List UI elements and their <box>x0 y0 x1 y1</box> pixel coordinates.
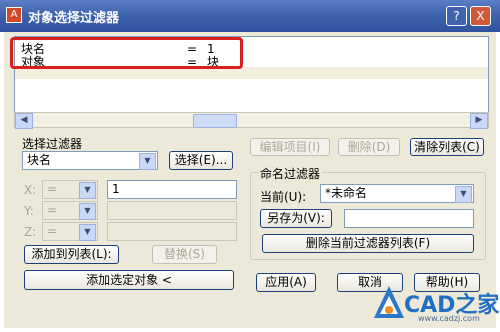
x-label: X: <box>24 183 37 197</box>
scroll-thumb[interactable] <box>193 114 237 128</box>
save-as-button[interactable]: 另存为(V): <box>260 209 332 228</box>
annotation-highlight-box <box>10 37 243 69</box>
x-operator-value: = <box>47 182 58 196</box>
scroll-right-icon[interactable]: ▶ <box>470 113 488 129</box>
scroll-left-icon[interactable]: ◀ <box>15 113 33 129</box>
edit-item-button[interactable]: 编辑项目(I) <box>250 138 330 156</box>
save-as-name-input[interactable] <box>344 209 474 228</box>
clear-list-button[interactable]: 清除列表(C) <box>410 138 484 156</box>
named-filters-group-label: 命名过滤器 <box>258 165 323 182</box>
y-operator-value: = <box>47 203 58 217</box>
add-to-list-button[interactable]: 添加到列表(L): <box>24 245 119 264</box>
chevron-down-icon[interactable]: ▼ <box>455 186 472 203</box>
chevron-down-icon[interactable]: ▼ <box>139 153 156 170</box>
z-operator-combo[interactable]: = ▼ <box>42 222 98 241</box>
filter-type-combo[interactable]: 块名 ▼ <box>22 151 158 170</box>
cad-logo-icon <box>374 286 404 318</box>
current-label: 当前(U): <box>260 190 307 204</box>
window-title: 对象选择过滤器 <box>28 11 120 26</box>
select-filter-group-label: 选择过滤器 <box>22 137 83 151</box>
chevron-down-icon[interactable]: ▼ <box>79 182 96 199</box>
y-label: Y: <box>24 204 34 218</box>
delete-current-filter-list-button[interactable]: 删除当前过滤器列表(F) <box>262 234 474 253</box>
x-value-input[interactable]: 1 <box>107 180 237 199</box>
select-button[interactable]: 选择(E)... <box>169 151 233 170</box>
app-icon: A <box>6 7 22 23</box>
apply-button[interactable]: 应用(A) <box>256 273 316 292</box>
z-value-input[interactable] <box>107 222 237 241</box>
delete-button[interactable]: 删除(D) <box>338 138 400 156</box>
z-label: Z: <box>24 225 37 239</box>
chevron-down-icon[interactable]: ▼ <box>79 224 96 241</box>
y-value-input[interactable] <box>107 201 237 220</box>
chevron-down-icon[interactable]: ▼ <box>79 203 96 220</box>
list-horizontal-scrollbar[interactable]: ◀ ▶ <box>14 112 489 129</box>
x-operator-combo[interactable]: = ▼ <box>42 180 98 199</box>
filter-type-value: 块名 <box>27 153 52 167</box>
replace-button[interactable]: 替换(S) <box>152 245 217 264</box>
add-selected-object-button[interactable]: 添加选定对象 < <box>24 270 234 290</box>
help-title-button[interactable]: ? <box>446 6 467 26</box>
z-operator-value: = <box>47 224 58 238</box>
current-filter-combo[interactable]: *未命名 ▼ <box>320 184 474 203</box>
current-filter-value: *未命名 <box>325 186 368 200</box>
watermark-url: www.cadzj.com <box>418 314 480 323</box>
close-button[interactable]: X <box>470 6 491 26</box>
y-operator-combo[interactable]: = ▼ <box>42 201 98 220</box>
